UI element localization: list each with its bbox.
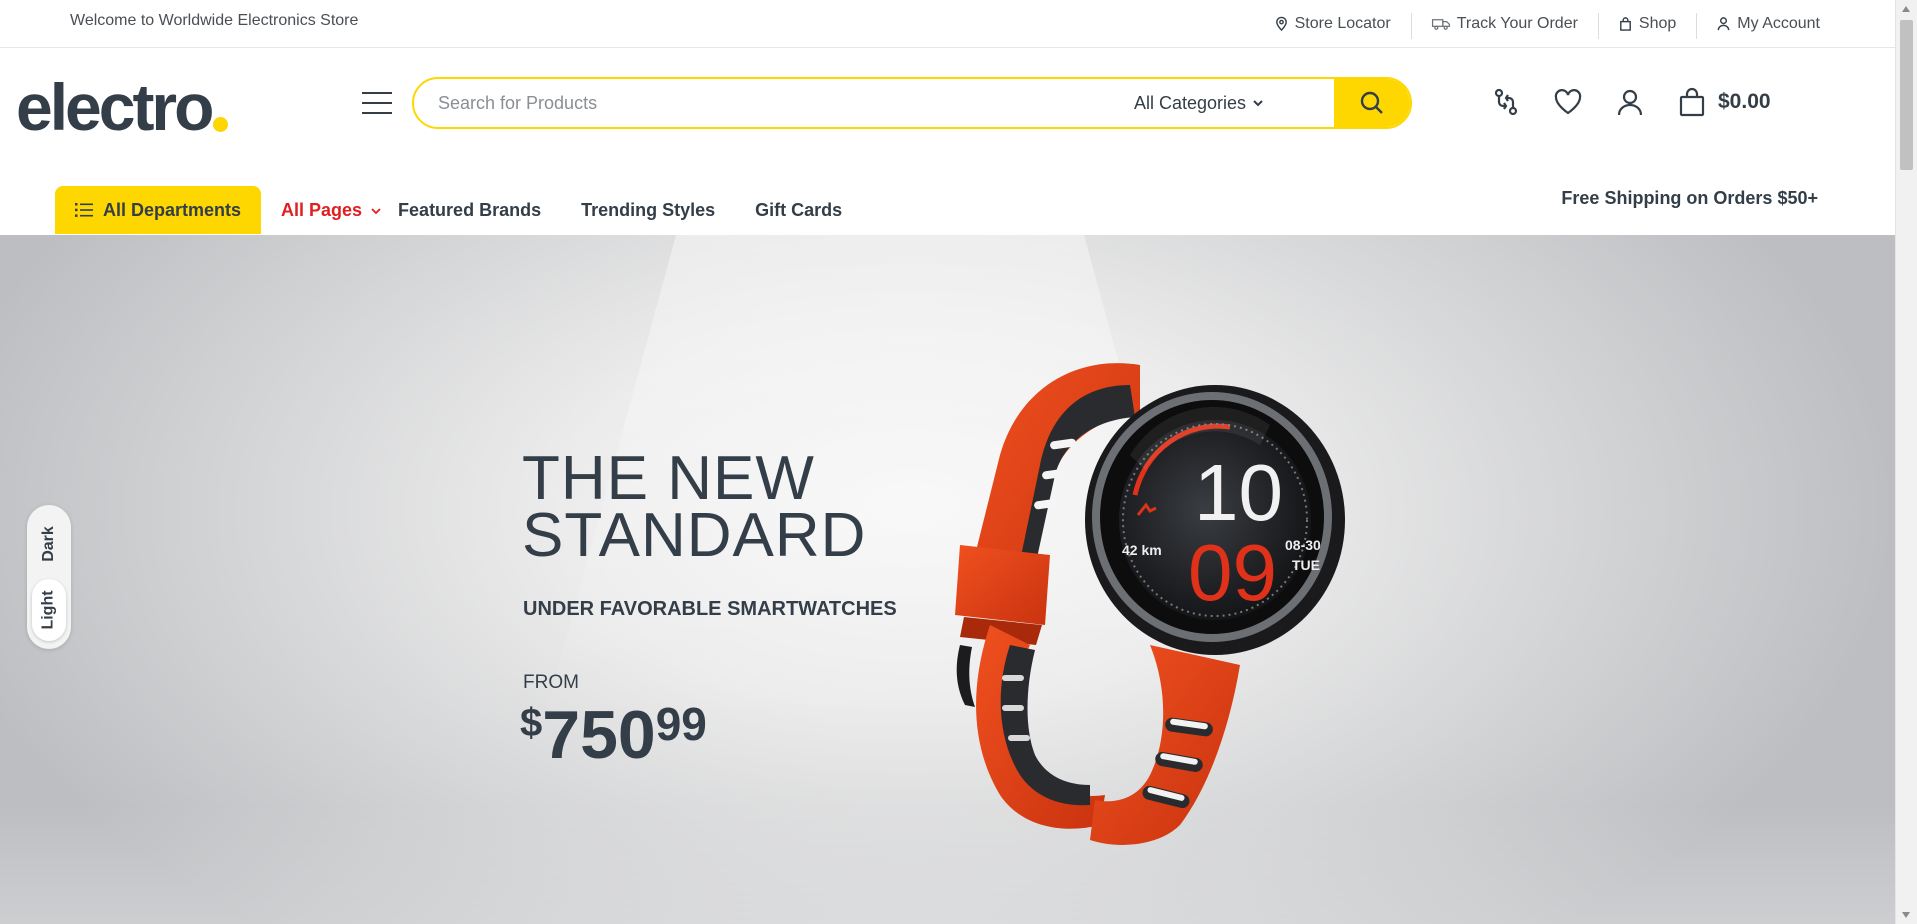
- theme-light-option[interactable]: Light: [32, 579, 66, 641]
- my-account-label: My Account: [1737, 14, 1820, 32]
- store-locator-link[interactable]: Store Locator: [1254, 15, 1411, 33]
- welcome-text: Welcome to Worldwide Electronics Store: [70, 12, 359, 29]
- compare-icon[interactable]: [1488, 84, 1524, 120]
- price-integer: 750: [542, 697, 656, 773]
- main-nav: All Departments All Pages Featured Brand…: [0, 186, 1896, 234]
- track-order-label: Track Your Order: [1456, 14, 1578, 32]
- track-order-link[interactable]: Track Your Order: [1410, 12, 1598, 39]
- all-departments-button[interactable]: All Departments: [55, 186, 261, 234]
- user-icon: [1717, 17, 1730, 31]
- logo[interactable]: electro: [16, 70, 229, 144]
- watch-minutes: 09: [1188, 528, 1277, 617]
- shop-label: Shop: [1638, 14, 1677, 32]
- search-input[interactable]: [414, 79, 1120, 127]
- logo-text: electro: [16, 70, 214, 144]
- watch-distance: 42 km: [1122, 542, 1162, 558]
- scroll-up-arrow[interactable]: [1902, 6, 1910, 12]
- nav-links: All Pages Featured Brands Trending Style…: [281, 200, 882, 221]
- search-button[interactable]: [1334, 79, 1410, 127]
- chevron-down-icon: [1253, 100, 1263, 107]
- top-links: Store Locator Track Your Order Shop My A…: [1254, 0, 1840, 47]
- nav-link-trending-styles[interactable]: Trending Styles: [581, 200, 715, 221]
- theme-dark-option[interactable]: Dark: [32, 513, 66, 575]
- menu-icon[interactable]: [362, 92, 392, 116]
- hero-title: THE NEW STANDARD: [522, 444, 867, 570]
- heart-icon[interactable]: [1550, 84, 1586, 120]
- location-pin-icon: [1275, 16, 1287, 31]
- my-account-link[interactable]: My Account: [1696, 12, 1840, 39]
- nav-link-all-pages[interactable]: All Pages: [281, 200, 382, 221]
- nav-link-gift-cards[interactable]: Gift Cards: [755, 200, 842, 221]
- price-currency: $: [520, 701, 543, 745]
- watch-date: 08-30: [1285, 537, 1321, 553]
- hero-price: $ 750 99: [520, 695, 707, 775]
- logo-dot: [213, 117, 229, 132]
- search-bar: All Categories: [412, 77, 1412, 129]
- scroll-down-arrow[interactable]: [1902, 912, 1910, 918]
- all-departments-label: All Departments: [102, 199, 242, 220]
- nav-link-all-pages-label: All Pages: [281, 200, 363, 220]
- list-icon: [74, 203, 93, 217]
- hero-banner[interactable]: THE NEW STANDARD UNDER FAVORABLE SMARTWA…: [0, 235, 1896, 924]
- scroll-thumb[interactable]: [1900, 20, 1913, 170]
- nav-link-featured-brands[interactable]: Featured Brands: [398, 200, 541, 221]
- theme-dark-label: Dark: [40, 526, 58, 562]
- hero-subtitle: UNDER FAVORABLE SMARTWATCHES: [523, 598, 897, 620]
- cart-total[interactable]: $0.00: [1718, 90, 1771, 114]
- shop-link[interactable]: Shop: [1597, 12, 1696, 39]
- truck-icon: [1431, 19, 1450, 30]
- hero-title-line2: STANDARD: [522, 501, 867, 570]
- user-icon[interactable]: [1612, 84, 1648, 120]
- store-locator-label: Store Locator: [1294, 14, 1391, 32]
- hero-from-label: FROM: [523, 672, 579, 693]
- bag-icon: [1620, 17, 1631, 31]
- header: electro All Categories $0.00: [0, 48, 1896, 188]
- category-select[interactable]: All Categories: [1120, 79, 1334, 127]
- price-decimal: 99: [655, 698, 707, 750]
- cart-icon[interactable]: [1674, 84, 1710, 120]
- watch-day: TUE: [1292, 557, 1320, 573]
- free-shipping-text: Free Shipping on Orders $50+: [1561, 188, 1818, 208]
- chevron-down-icon: [371, 207, 381, 214]
- header-icons: $0.00: [1488, 84, 1771, 120]
- smartwatch-image: 10 09 42 km 08-30 TUE: [955, 363, 1345, 845]
- theme-light-label: Light: [40, 590, 57, 630]
- watch-hours: 10: [1194, 448, 1283, 537]
- page-scrollbar[interactable]: [1895, 0, 1917, 924]
- theme-toggle: Dark Light: [27, 505, 71, 649]
- hero-title-line1: THE NEW: [522, 444, 815, 513]
- search-icon: [1360, 91, 1383, 114]
- category-select-value: All Categories: [1134, 92, 1247, 113]
- top-bar: Welcome to Worldwide Electronics Store S…: [0, 0, 1896, 48]
